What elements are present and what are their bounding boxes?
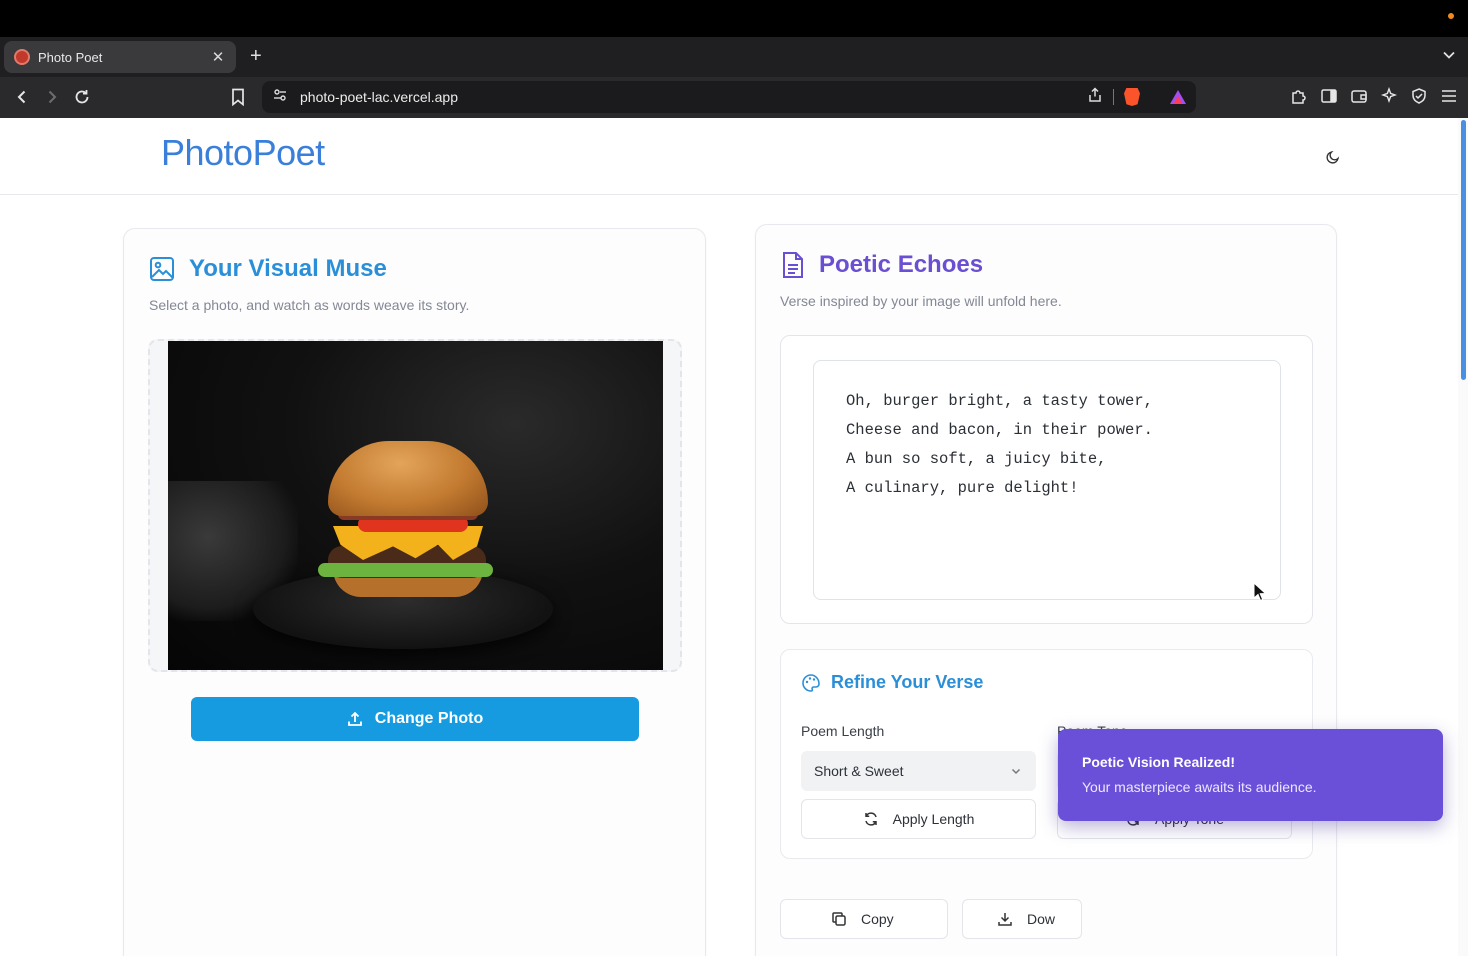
toolbar-extension-icons: [1290, 87, 1458, 105]
main-menu-icon[interactable]: [1440, 87, 1458, 105]
tab-close-icon[interactable]: ✕: [210, 48, 226, 66]
moon-icon[interactable]: [1323, 147, 1343, 167]
poetic-echoes-header: Poetic Echoes: [781, 251, 983, 279]
brand-logo-text[interactable]: PhotoPoet: [161, 132, 325, 174]
refine-verse-title: Refine Your Verse: [831, 672, 984, 692]
image-icon: [149, 256, 175, 282]
poem-container: Oh, burger bright, a tasty tower, Cheese…: [780, 335, 1313, 624]
wallet-icon[interactable]: [1350, 87, 1368, 105]
change-photo-label: Change Photo: [374, 710, 484, 727]
upload-icon: [347, 711, 363, 727]
brave-rewards-icon[interactable]: [1170, 90, 1186, 104]
copy-icon: [831, 911, 847, 927]
browser-tab-photo-poet[interactable]: Photo Poet ✕: [4, 41, 236, 73]
forward-button[interactable]: [40, 85, 64, 109]
scrollbar-thumb[interactable]: [1461, 120, 1466, 380]
vpn-shield-icon[interactable]: [1410, 87, 1428, 105]
tab-list-chevron-icon[interactable]: [1442, 48, 1456, 65]
download-label: Dow: [1027, 911, 1056, 927]
poem-line: Oh, burger bright, a tasty tower,: [846, 392, 1153, 410]
download-button[interactable]: Dow: [962, 899, 1082, 939]
poetic-echoes-title: Poetic Echoes: [819, 251, 984, 278]
change-photo-button[interactable]: Change Photo: [191, 697, 639, 741]
visual-muse-subtitle: Select a photo, and watch as words weave…: [149, 297, 470, 313]
app-header: PhotoPoet: [0, 118, 1458, 195]
refine-verse-header: Refine Your Verse: [801, 672, 983, 693]
poem-length-select[interactable]: Short & Sweet: [801, 751, 1036, 791]
poem-text-area[interactable]: Oh, burger bright, a tasty tower, Cheese…: [813, 360, 1281, 600]
document-icon: [781, 251, 805, 279]
site-settings-icon[interactable]: [272, 87, 288, 108]
poetic-echoes-card: Poetic Echoes Verse inspired by your ima…: [755, 224, 1337, 956]
browser-tab-bar: Photo Poet ✕ +: [0, 37, 1468, 77]
copy-label: Copy: [861, 911, 894, 927]
poem-line: Cheese and bacon, in their power.: [846, 421, 1153, 439]
apply-length-button[interactable]: Apply Length: [801, 799, 1036, 839]
palette-icon: [801, 673, 821, 693]
visual-muse-card: Your Visual Muse Select a photo, and wat…: [123, 228, 706, 956]
refresh-icon: [863, 811, 879, 827]
url-text: photo-poet-lac.vercel.app: [300, 89, 458, 105]
address-bar[interactable]: photo-poet-lac.vercel.app: [262, 81, 1196, 113]
favicon-icon: [14, 49, 30, 65]
web-page: PhotoPoet Your Visual Muse Select a phot…: [0, 118, 1468, 956]
back-button[interactable]: [10, 85, 34, 109]
uploaded-photo-burger: [168, 341, 663, 670]
toast-message: Your masterpiece awaits its audience.: [1082, 779, 1317, 795]
os-top-bar: [0, 0, 1468, 37]
leo-ai-icon[interactable]: [1380, 87, 1398, 105]
brave-shields-icon[interactable]: [1124, 88, 1140, 106]
download-icon: [997, 911, 1013, 927]
copy-button[interactable]: Copy: [780, 899, 948, 939]
page-scrollbar[interactable]: [1458, 118, 1468, 956]
poem-line: A bun so soft, a juicy bite,: [846, 450, 1107, 468]
omnibox-divider: [1113, 89, 1114, 105]
reload-button[interactable]: [70, 85, 94, 109]
poem-length-value: Short & Sweet: [814, 763, 904, 779]
mouse-cursor-icon: [1253, 581, 1267, 607]
sidebar-toggle-icon[interactable]: [1320, 87, 1338, 105]
poem-length-label: Poem Length: [801, 723, 885, 739]
tab-title: Photo Poet: [38, 49, 103, 65]
new-tab-button[interactable]: +: [250, 46, 262, 66]
apply-length-label: Apply Length: [892, 811, 975, 827]
bookmark-icon[interactable]: [226, 85, 250, 109]
photo-dropzone[interactable]: [148, 339, 682, 672]
visual-muse-title: Your Visual Muse: [189, 255, 387, 282]
recording-indicator-icon: [1448, 13, 1454, 19]
share-icon[interactable]: [1087, 86, 1103, 108]
poem-line: A culinary, pure delight!: [846, 479, 1079, 497]
poetic-echoes-subtitle: Verse inspired by your image will unfold…: [780, 293, 1062, 309]
browser-toolbar: photo-poet-lac.vercel.app: [0, 77, 1468, 118]
success-toast[interactable]: Poetic Vision Realized! Your masterpiece…: [1058, 729, 1443, 821]
extensions-puzzle-icon[interactable]: [1290, 87, 1308, 105]
chevron-down-icon: [1010, 765, 1022, 777]
toast-title: Poetic Vision Realized!: [1082, 754, 1236, 770]
visual-muse-header: Your Visual Muse: [149, 255, 387, 283]
